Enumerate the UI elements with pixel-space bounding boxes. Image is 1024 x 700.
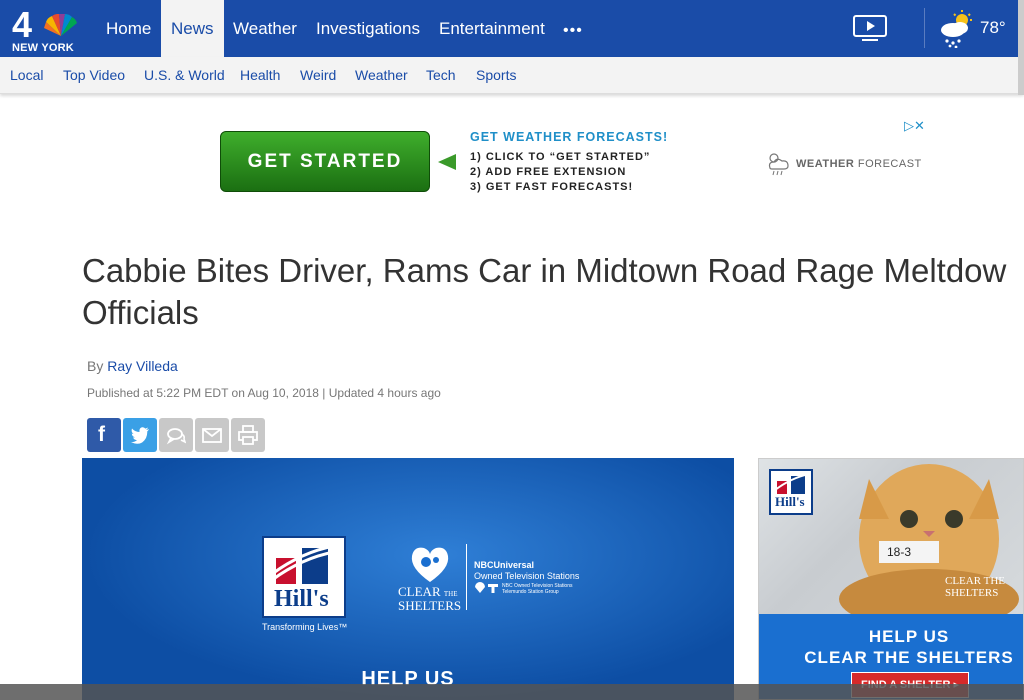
side-help-text: HELP US CLEAR THE SHELTERS <box>804 627 1014 667</box>
nbcu-name: NBCUniversal <box>474 560 535 570</box>
video-icon[interactable] <box>852 14 888 42</box>
more-menu-icon[interactable]: ••• <box>563 22 583 40</box>
subnav-health[interactable]: Health <box>240 57 280 94</box>
ad-brand-bold: WEATHER <box>796 158 855 170</box>
bottom-bar <box>0 684 1024 700</box>
ad-brand: WEATHER FORECAST <box>764 150 934 180</box>
temperature[interactable]: 78° <box>980 18 1006 38</box>
clear-shelters-side-ad[interactable]: 18-3 Hill's CLEAR THE SHELTERS HELP US CL… <box>758 458 1024 700</box>
arrow-left-icon <box>438 154 456 170</box>
get-started-button[interactable]: GET STARTED <box>220 131 430 192</box>
nav-home[interactable]: Home <box>96 0 161 57</box>
shelters-text: SHELTERS <box>398 598 462 613</box>
email-icon <box>202 428 222 443</box>
subnav-local[interactable]: Local <box>10 57 43 94</box>
side-clear-text: CLEAR THE SHELTERS <box>945 575 1005 599</box>
hills-small-wordmark: Hill's <box>775 494 805 509</box>
secondary-nav: Local Top Video U.S. & World Health Weir… <box>0 57 1024 94</box>
heart-paw-icon <box>411 547 449 582</box>
print-button[interactable] <box>231 418 265 452</box>
print-icon <box>238 425 258 445</box>
nav-entertainment[interactable]: Entertainment <box>429 0 555 57</box>
logo-number: 4 <box>12 4 33 45</box>
hills-small-logo: Hill's <box>769 469 813 515</box>
subnav-tech[interactable]: Tech <box>426 57 456 94</box>
logo-divider <box>466 544 467 610</box>
byline: By Ray Villeda <box>87 358 178 374</box>
ad-step-2: 2) ADD FREE EXTENSION <box>470 166 627 178</box>
clear-the-shelters-logo: CLEAR THE SHELTERS NBCUniversal Owned Te… <box>398 544 588 613</box>
facebook-icon: f <box>98 423 105 446</box>
article-headline: Cabbie Bites Driver, Rams Car in Midtown… <box>82 250 1024 334</box>
hills-wordmark: Hill's <box>274 586 329 612</box>
ad-step-1: 1) CLICK TO “GET STARTED” <box>470 151 651 163</box>
share-twitter-button[interactable] <box>123 418 157 452</box>
subnav-us-world[interactable]: U.S. & World <box>144 57 225 94</box>
author-link[interactable]: Ray Villeda <box>107 358 178 374</box>
nav-weather[interactable]: Weather <box>223 0 307 57</box>
hills-logo: Hill's <box>262 536 346 618</box>
published-date: Published at 5:22 PM EDT on Aug 10, 2018… <box>87 386 441 400</box>
main-nav: 4 NEW YORK Home News Weather Investigati… <box>0 0 1024 57</box>
nbc4-logo[interactable]: 4 NEW YORK <box>8 4 82 54</box>
subnav-top-video[interactable]: Top Video <box>63 57 125 94</box>
partly-cloudy-rain-icon[interactable] <box>938 10 974 48</box>
comment-icon <box>166 428 186 445</box>
ad-banner[interactable]: GET STARTED GET WEATHER FORECASTS! 1) CL… <box>220 118 940 198</box>
nbc-telemundo-icon <box>475 582 498 593</box>
headline-line-1: Cabbie Bites Driver, Rams Car in Midtown… <box>82 252 1007 289</box>
nav-divider <box>924 8 925 48</box>
kitten-tag: 18-3 <box>887 545 912 559</box>
share-comment-button[interactable] <box>159 418 193 452</box>
cloud-sun-icon <box>768 153 789 176</box>
subnav-weird[interactable]: Weird <box>300 57 336 94</box>
share-facebook-button[interactable]: f <box>87 418 121 452</box>
subnav-weather[interactable]: Weather <box>355 57 408 94</box>
ad-choices-icon[interactable]: ▷✕ <box>904 118 925 134</box>
byline-prefix: By <box>87 358 104 374</box>
ad-headline: GET WEATHER FORECASTS! <box>470 130 669 144</box>
hills-tagline: Transforming Lives™ <box>262 622 348 632</box>
kitten-photo: 18-3 Hill's CLEAR THE SHELTERS <box>759 459 1023 614</box>
twitter-icon <box>131 427 149 444</box>
headline-line-2: Officials <box>82 294 199 331</box>
telemundo-group: Telemundo Station Group <box>502 589 559 595</box>
scrollbar[interactable] <box>1018 0 1024 95</box>
hills-small-mark-icon <box>775 474 809 494</box>
logo-station: NEW YORK <box>12 42 74 54</box>
peacock-icon <box>44 14 77 36</box>
nbcu-owned: Owned Television Stations <box>474 571 580 581</box>
ad-step-3: 3) GET FAST FORECASTS! <box>470 181 634 193</box>
share-email-button[interactable] <box>195 418 229 452</box>
subnav-sports[interactable]: Sports <box>476 57 516 94</box>
hills-mark-icon <box>272 544 335 584</box>
nav-investigations[interactable]: Investigations <box>306 0 430 57</box>
ad-brand-light: FORECAST <box>857 158 922 170</box>
video-player[interactable]: Hill's Transforming Lives™ CLEAR THE SHE… <box>82 458 734 700</box>
nav-news[interactable]: News <box>161 0 224 57</box>
